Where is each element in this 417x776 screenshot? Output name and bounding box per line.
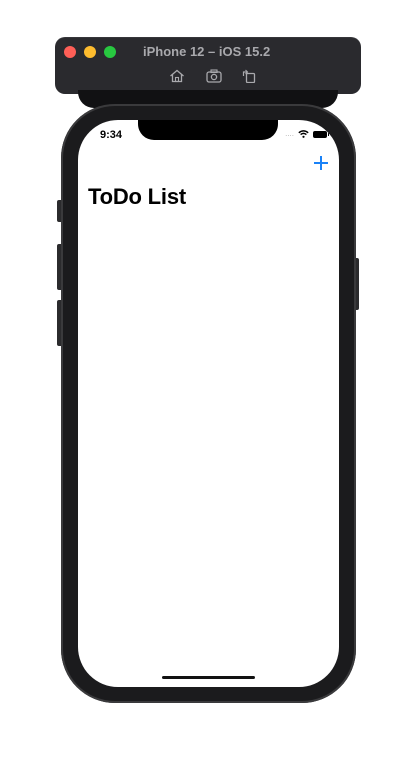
simulator-toolbar: iPhone 12 – iOS 15.2: [55, 37, 361, 94]
status-time: 9:34: [100, 129, 123, 141]
simulator-title: iPhone 12 – iOS 15.2: [143, 44, 271, 59]
cellular-signal-icon: ....: [285, 129, 294, 138]
plus-icon[interactable]: [314, 156, 328, 170]
rotate-icon[interactable]: [241, 69, 257, 83]
camera-notch: [138, 120, 278, 140]
home-indicator[interactable]: [162, 676, 255, 679]
simulator-stage: iPhone 12 – iOS 15.2 9:34 .... ToDo List: [0, 0, 417, 776]
status-indicators: ....: [285, 129, 329, 139]
page-title: ToDo List: [88, 184, 186, 209]
battery-icon: [313, 130, 329, 138]
window-close-button[interactable]: [64, 46, 76, 58]
home-icon[interactable]: [169, 69, 185, 83]
window-zoom-button[interactable]: [104, 46, 116, 58]
wifi-icon: [298, 125, 309, 143]
device-screen: 9:34 .... ToDo List: [78, 120, 339, 687]
window-minimize-button[interactable]: [84, 46, 96, 58]
screenshot-icon[interactable]: [206, 69, 222, 83]
